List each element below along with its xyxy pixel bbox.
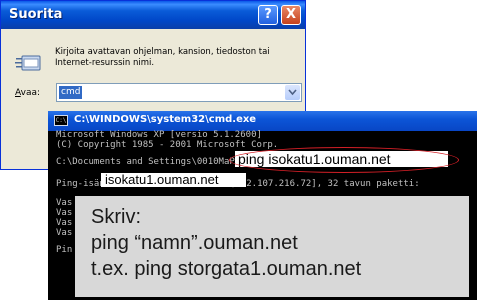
instruction-example: t.ex. ping storgata1.ouman.net — [91, 258, 362, 280]
open-input-value[interactable]: cmd — [59, 86, 83, 99]
run-dialog-title: Suorita — [9, 7, 63, 22]
console-line-reply-suffix: [192.107.216.72], 32 tavun paketti: — [230, 179, 420, 189]
console-title: C:\WINDOWS\system32\cmd.exe — [74, 114, 257, 125]
console-icon: C:\ — [54, 115, 68, 126]
close-button[interactable]: X — [281, 5, 301, 25]
console-line-partial: Vas — [56, 208, 73, 218]
open-combobox[interactable]: cmd — [56, 83, 302, 102]
run-program-icon — [15, 55, 41, 71]
console-prompt: C:\Documents and Settings\0010MaPa> — [56, 157, 246, 167]
console-line-partial: Pin — [56, 245, 73, 255]
console-titlebar[interactable]: C:\ C:\WINDOWS\system32\cmd.exe — [48, 111, 477, 131]
console-line-partial: Vas — [56, 198, 73, 208]
run-dialog-description: Kirjoita avattavan ohjelman, kansion, ti… — [55, 47, 270, 68]
open-label: Avaa: — [15, 88, 40, 98]
console-line-partial: Vas — [56, 218, 73, 228]
console-line-partial: Vas — [56, 228, 73, 238]
instruction-callout: Skriv: ping “namn”.ouman.net t.ex. ping … — [75, 196, 469, 297]
open-label-text: vaa: — [20, 88, 41, 98]
instruction-syntax: ping “namn”.ouman.net — [91, 232, 298, 254]
highlight-oval — [229, 147, 459, 173]
run-dialog-titlebar[interactable]: Suorita ? X — [1, 1, 305, 29]
chevron-down-icon — [288, 89, 297, 96]
console-line-copyright: (C) Copyright 1985 - 2001 Microsoft Corp… — [56, 140, 279, 150]
help-button[interactable]: ? — [258, 5, 278, 25]
console-line-version: Microsoft Windows XP [versio 5.1.2600] — [56, 130, 262, 140]
dropdown-button[interactable] — [285, 85, 300, 100]
instruction-heading: Skriv: — [91, 206, 141, 228]
reply-hostname: isokatu1.ouman.net — [101, 173, 246, 187]
